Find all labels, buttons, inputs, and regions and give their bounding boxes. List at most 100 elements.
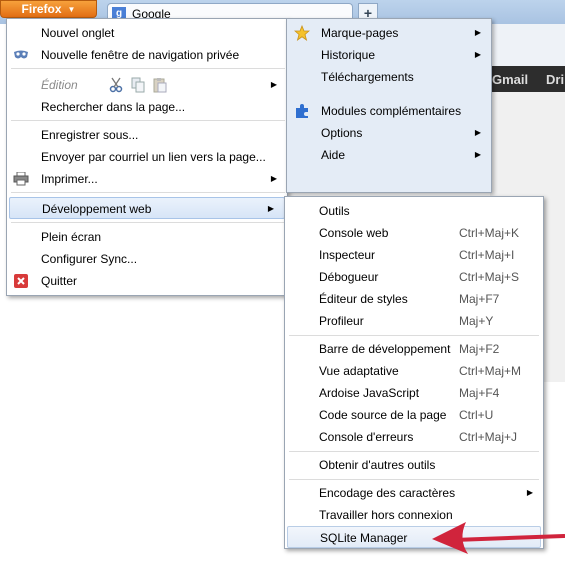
shortcut-label: Maj+F2 — [459, 342, 500, 356]
menu-item-label: Enregistrer sous... — [41, 128, 139, 142]
menu-item-label: Historique — [321, 48, 376, 62]
submenu-item-label: Barre de développement — [319, 342, 451, 356]
submenu-item-character-encoding[interactable]: Encodage des caractères ▶ — [285, 482, 543, 504]
submenu-item-responsive-view[interactable]: Vue adaptative Ctrl+Maj+M — [285, 360, 543, 382]
menu-separator — [11, 222, 285, 223]
submenu-item-error-console[interactable]: Console d'erreurs Ctrl+Maj+J — [285, 426, 543, 448]
menu-item-downloads[interactable]: Téléchargements — [287, 66, 491, 88]
submenu-item-label: Débogueur — [319, 270, 379, 284]
chevron-right-icon: ▶ — [474, 28, 481, 37]
submenu-item-page-source[interactable]: Code source de la page Ctrl+U — [285, 404, 543, 426]
shortcut-label: Maj+F4 — [459, 386, 500, 400]
shortcut-label: Ctrl+U — [459, 408, 494, 422]
submenu-item-label: Encodage des caractères — [319, 486, 456, 500]
submenu-item-label: Console web — [319, 226, 389, 240]
menu-item-private-window[interactable]: Nouvelle fenêtre de navigation privée — [7, 44, 287, 66]
menu-item-quit[interactable]: Quitter — [7, 270, 287, 292]
chevron-right-icon: ▶ — [267, 204, 274, 213]
menu-item-label: Envoyer par courriel un lien vers la pag… — [41, 150, 266, 164]
drive-link[interactable]: Dri — [546, 72, 564, 87]
shortcut-label: Ctrl+Maj+K — [459, 226, 520, 240]
submenu-item-web-console[interactable]: Console web Ctrl+Maj+K — [285, 222, 543, 244]
chevron-right-icon: ▶ — [474, 50, 481, 59]
submenu-item-tools[interactable]: Outils — [285, 200, 543, 222]
submenu-item-label: Obtenir d'autres outils — [319, 458, 436, 472]
private-mask-icon — [13, 47, 29, 63]
firefox-app-menu: Nouvel onglet Nouvelle fenêtre de naviga… — [6, 18, 288, 296]
menu-item-label: Imprimer... — [41, 172, 98, 186]
firefox-button-label: Firefox — [21, 2, 62, 16]
menu-item-label: Configurer Sync... — [41, 252, 138, 266]
menu-item-web-developer[interactable]: Développement web ▶ — [9, 197, 285, 219]
firefox-menu-right-pane: Marque-pages ▶ Historique ▶ Téléchargeme… — [286, 18, 492, 193]
menu-separator — [289, 335, 539, 336]
menu-item-new-tab[interactable]: Nouvel onglet — [7, 22, 287, 44]
submenu-item-label: Profileur — [319, 314, 364, 328]
shortcut-label: Ctrl+Maj+M — [459, 364, 522, 378]
menu-item-label: Nouvelle fenêtre de navigation privée — [41, 48, 240, 62]
submenu-item-label: Éditeur de styles — [319, 292, 408, 306]
submenu-item-get-more-tools[interactable]: Obtenir d'autres outils — [285, 454, 543, 476]
submenu-item-profiler[interactable]: Profileur Maj+Y — [285, 310, 543, 332]
puzzle-piece-icon — [294, 103, 310, 119]
chevron-right-icon: ▶ — [474, 128, 481, 137]
submenu-item-inspector[interactable]: Inspecteur Ctrl+Maj+I — [285, 244, 543, 266]
menu-item-label: Modules complémentaires — [321, 104, 462, 118]
menu-item-label: Nouvel onglet — [41, 26, 115, 40]
menu-item-history[interactable]: Historique ▶ — [287, 44, 491, 66]
menu-item-label: Rechercher dans la page... — [41, 100, 186, 114]
submenu-item-label: Ardoise JavaScript — [319, 386, 420, 400]
gmail-link[interactable]: Gmail — [492, 72, 528, 87]
shortcut-label: Ctrl+Maj+J — [459, 430, 518, 444]
menu-item-label: Marque-pages — [321, 26, 399, 40]
submenu-item-developer-toolbar[interactable]: Barre de développement Maj+F2 — [285, 338, 543, 360]
chevron-right-icon: ▶ — [270, 174, 277, 183]
firefox-menu-button[interactable]: Firefox ▼ — [0, 0, 97, 18]
chevron-right-icon: ▶ — [270, 80, 277, 89]
shortcut-label: Ctrl+Maj+I — [459, 248, 515, 262]
submenu-item-scratchpad[interactable]: Ardoise JavaScript Maj+F4 — [285, 382, 543, 404]
menu-item-label: Téléchargements — [321, 70, 414, 84]
menu-separator — [289, 479, 539, 480]
submenu-item-label: Code source de la page — [319, 408, 447, 422]
menu-item-label: Édition — [41, 78, 78, 92]
annotation-arrow-icon — [432, 522, 565, 554]
menu-item-addons[interactable]: Modules complémentaires — [287, 100, 491, 122]
menu-item-edit[interactable]: Édition ▶ — [7, 74, 287, 96]
chevron-right-icon: ▶ — [474, 150, 481, 159]
submenu-item-style-editor[interactable]: Éditeur de styles Maj+F7 — [285, 288, 543, 310]
submenu-item-label: Vue adaptative — [319, 364, 399, 378]
chevron-down-icon: ▼ — [67, 4, 76, 14]
shortcut-label: Maj+Y — [459, 314, 494, 328]
submenu-item-label: Outils — [319, 204, 350, 218]
submenu-item-label: Console d'erreurs — [319, 430, 414, 444]
menu-item-find[interactable]: Rechercher dans la page... — [7, 96, 287, 118]
submenu-item-label: Inspecteur — [319, 248, 376, 262]
menu-item-help[interactable]: Aide ▶ — [287, 144, 491, 166]
menu-separator — [11, 192, 285, 193]
menu-item-label: Plein écran — [41, 230, 102, 244]
menu-item-label: Aide — [321, 148, 346, 162]
star-icon — [294, 25, 310, 41]
menu-item-options[interactable]: Options ▶ — [287, 122, 491, 144]
menu-separator — [11, 68, 285, 69]
web-developer-submenu: Outils Console web Ctrl+Maj+K Inspecteur… — [284, 196, 544, 549]
menu-item-fullscreen[interactable]: Plein écran — [7, 226, 287, 248]
menu-item-sync[interactable]: Configurer Sync... — [7, 248, 287, 270]
menu-item-print[interactable]: Imprimer... ▶ — [7, 168, 287, 190]
menu-separator — [289, 451, 539, 452]
quit-icon — [13, 273, 29, 289]
menu-item-label: Quitter — [41, 274, 78, 288]
shortcut-label: Ctrl+Maj+S — [459, 270, 520, 284]
menu-separator — [11, 120, 285, 121]
menu-item-save-as[interactable]: Enregistrer sous... — [7, 124, 287, 146]
submenu-item-label: SQLite Manager — [320, 531, 408, 545]
menu-item-bookmarks[interactable]: Marque-pages ▶ — [287, 22, 491, 44]
printer-icon — [13, 171, 29, 187]
submenu-item-debugger[interactable]: Débogueur Ctrl+Maj+S — [285, 266, 543, 288]
menu-item-email-link[interactable]: Envoyer par courriel un lien vers la pag… — [7, 146, 287, 168]
shortcut-label: Maj+F7 — [459, 292, 500, 306]
menu-item-label: Options — [321, 126, 363, 140]
chevron-right-icon: ▶ — [526, 488, 533, 497]
menu-item-label: Développement web — [42, 202, 152, 216]
